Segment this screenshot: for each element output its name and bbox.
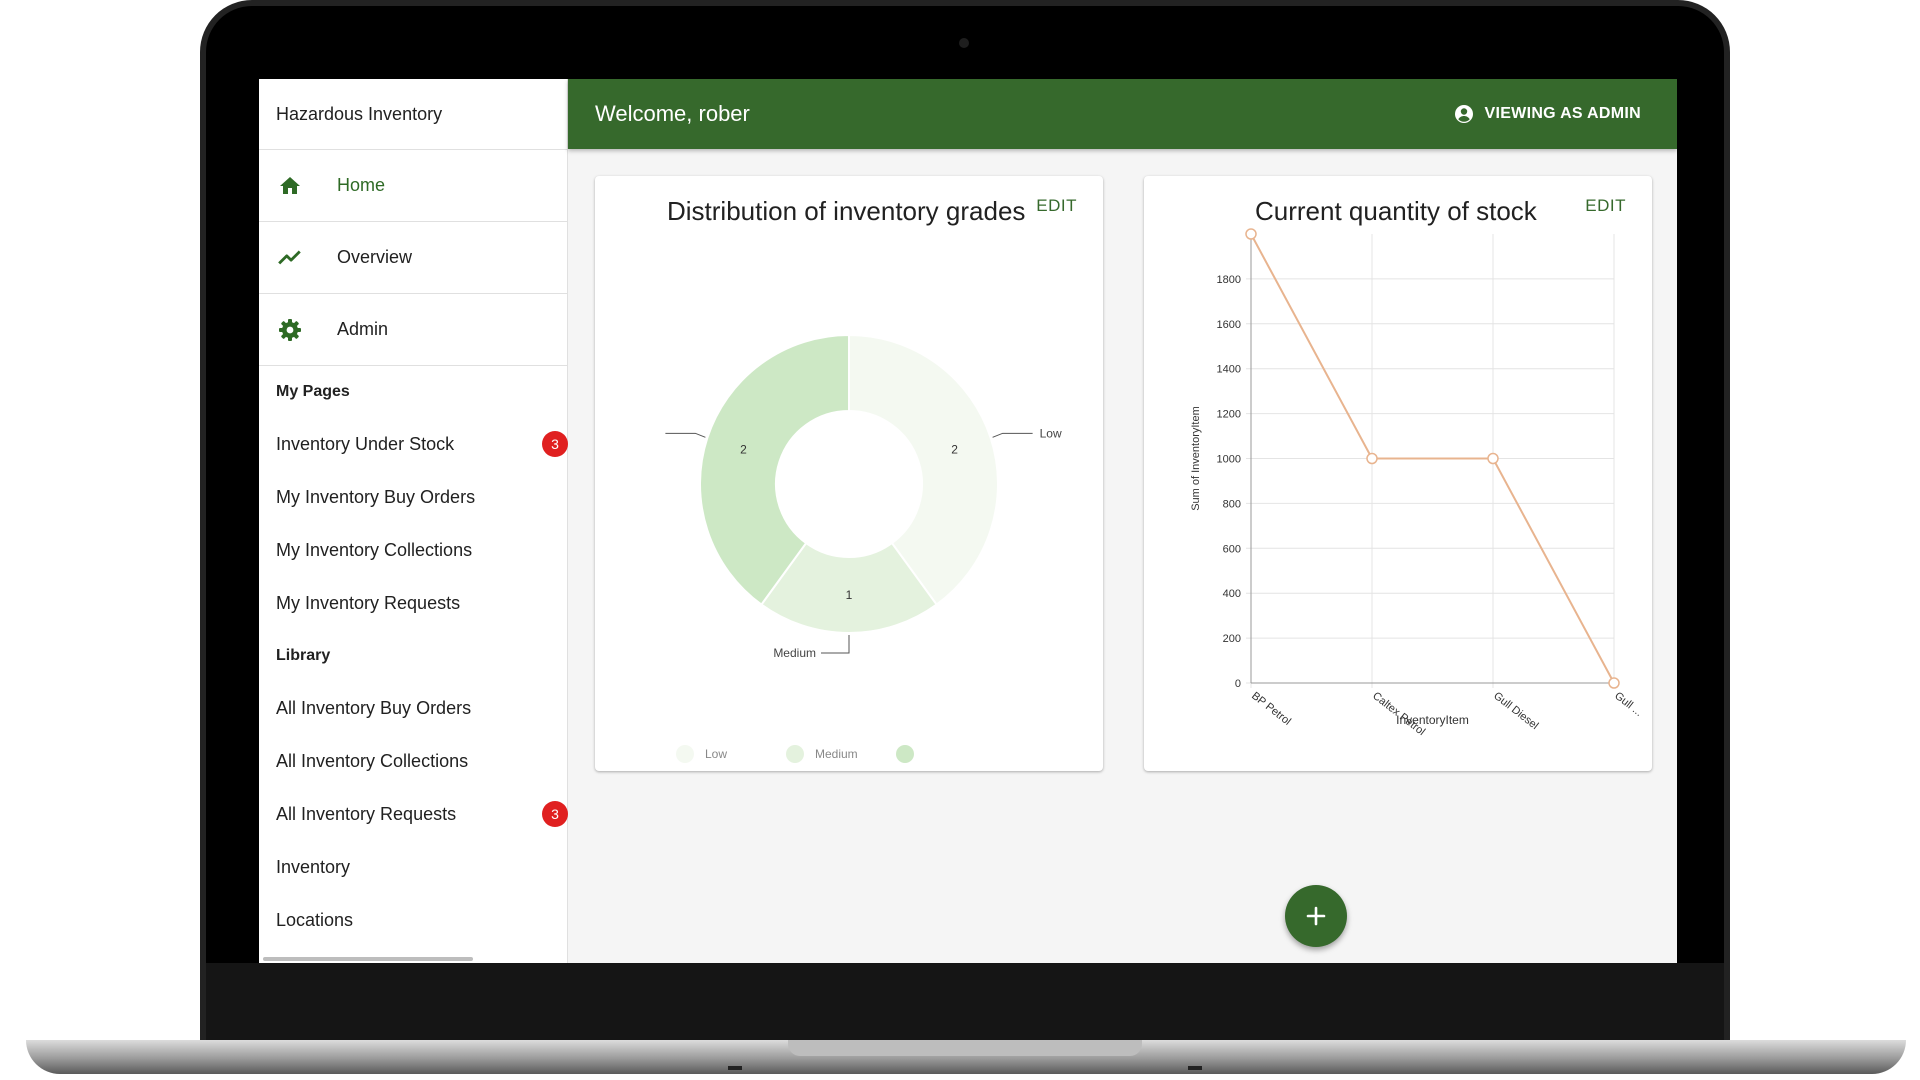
- viewing-label: VIEWING AS ADMIN: [1484, 105, 1641, 122]
- app-screen: Hazardous Inventory Home Overview Admin …: [259, 79, 1677, 963]
- line-chart-card: Current quantity of stock EDIT 0 200 400 60…: [1144, 176, 1652, 771]
- y-tick-label: 600: [1223, 543, 1241, 555]
- sidebar-item-label: All Inventory Requests: [276, 804, 457, 824]
- donut-chart: 2 Low 1 Medium 2 Low Medium: [665, 333, 1062, 763]
- data-point: [1366, 452, 1378, 465]
- nav-label: Home: [337, 175, 386, 195]
- sidebar-item-label: My Inventory Requests: [276, 593, 461, 613]
- sidebar-item-all-inventory-buy-orders[interactable]: All Inventory Buy Orders: [259, 682, 567, 735]
- y-tick-label: 400: [1223, 588, 1241, 600]
- section-heading-library: Library: [276, 647, 331, 664]
- x-tick-label: Gull Diesel: [1491, 690, 1540, 732]
- slice-value-label: 2: [951, 443, 958, 457]
- y-tick-label: 200: [1223, 633, 1241, 645]
- line-chart: 0 200 400 600 800 1000 1200 1400 1600 1800 BP Petr…: [1190, 228, 1645, 738]
- sidebar-item-label: Inventory: [276, 857, 351, 877]
- slice-name-label: Medium: [773, 646, 816, 660]
- y-axis-label: Sum of InventoryItem: [1190, 406, 1202, 511]
- count-badge: 3: [542, 431, 568, 457]
- legend-label: Medium: [815, 747, 858, 761]
- app-title: Hazardous Inventory: [259, 79, 567, 150]
- sidebar-item-label: Locations: [276, 910, 354, 930]
- legend-swatch: [896, 745, 914, 763]
- laptop-notch: [788, 1040, 1142, 1056]
- y-tick-label: 1000: [1217, 454, 1241, 466]
- y-tick-label: 1200: [1217, 409, 1241, 421]
- gear-icon: [276, 316, 304, 344]
- sidebar-item-label: All Inventory Buy Orders: [276, 698, 472, 718]
- sidebar-item-label: All Inventory Collections: [276, 751, 469, 771]
- laptop-foot: [728, 1066, 742, 1070]
- legend-swatch: [786, 745, 804, 763]
- welcome-text: Welcome, rober: [595, 101, 750, 126]
- slice-value-label: 2: [740, 443, 747, 457]
- sidebar-item-all-inventory-collections[interactable]: All Inventory Collections: [259, 735, 567, 788]
- home-icon: [276, 172, 304, 200]
- sidebar-item-inventory[interactable]: Inventory: [259, 841, 567, 894]
- data-point: [1608, 677, 1620, 689]
- x-tick-label: BP Petrol: [1249, 690, 1293, 728]
- add-fab-button[interactable]: [1285, 885, 1347, 947]
- sidebar-item-locations[interactable]: Locations: [259, 894, 567, 947]
- sidebar-item-all-inventory-requests[interactable]: All Inventory Requests 3: [259, 788, 568, 841]
- plus-icon: [1306, 906, 1326, 926]
- section-heading-my-pages: My Pages: [276, 383, 350, 400]
- sidebar-item-label: Inventory Under Stock: [276, 434, 455, 454]
- donut-chart-card: Distribution of inventory grades EDIT 2L…: [595, 176, 1103, 771]
- x-tick-label: Gull ...: [1612, 690, 1644, 719]
- account-circle-icon: [1454, 104, 1474, 124]
- laptop-chin: [206, 963, 1724, 1051]
- y-tick-label: 1400: [1217, 364, 1241, 376]
- sidebar-item-my-inventory-requests[interactable]: My Inventory Requests: [259, 577, 567, 630]
- laptop-foot: [1188, 1066, 1202, 1070]
- y-tick-label: 1600: [1217, 319, 1241, 331]
- camera-icon: [959, 38, 969, 48]
- y-tick-label: 800: [1223, 498, 1241, 510]
- sidebar-item-label: My Inventory Collections: [276, 540, 473, 560]
- nav-label: Admin: [337, 319, 389, 339]
- nav-label: Overview: [337, 247, 413, 267]
- trending-up-icon: [276, 244, 304, 272]
- x-axis-label: InventoryItem: [1396, 713, 1469, 727]
- nav-item-overview[interactable]: Overview: [259, 222, 567, 294]
- sidebar-scrollbar[interactable]: [263, 957, 473, 961]
- y-tick-label: 1800: [1217, 274, 1241, 286]
- sidebar-item-label: My Inventory Buy Orders: [276, 487, 476, 507]
- sidebar-item-my-inventory-buy-orders[interactable]: My Inventory Buy Orders: [259, 471, 567, 524]
- y-tick-label: 0: [1235, 678, 1241, 690]
- slice-leader-line: [665, 432, 706, 438]
- slice-name-label: Low: [1040, 426, 1062, 440]
- slice-leader-line: [821, 635, 850, 654]
- nav-item-admin[interactable]: Admin: [259, 294, 567, 366]
- sidebar: Hazardous Inventory Home Overview Admin …: [259, 79, 568, 963]
- data-point: [1487, 452, 1499, 465]
- slice-value-label: 1: [846, 588, 853, 602]
- legend-label: Low: [705, 747, 727, 761]
- sidebar-item-my-inventory-collections[interactable]: My Inventory Collections: [259, 524, 567, 577]
- legend-swatch: [676, 745, 694, 763]
- sidebar-item-inventory-under-stock[interactable]: Inventory Under Stock 3: [259, 418, 568, 471]
- slice-leader-line: [992, 432, 1033, 438]
- data-point: [1245, 228, 1257, 240]
- app-header: Welcome, rober VIEWING AS ADMIN: [568, 79, 1677, 149]
- viewing-as-admin-button[interactable]: VIEWING AS ADMIN: [1454, 104, 1641, 124]
- nav-item-home[interactable]: Home: [259, 150, 567, 222]
- count-badge: 3: [542, 801, 568, 827]
